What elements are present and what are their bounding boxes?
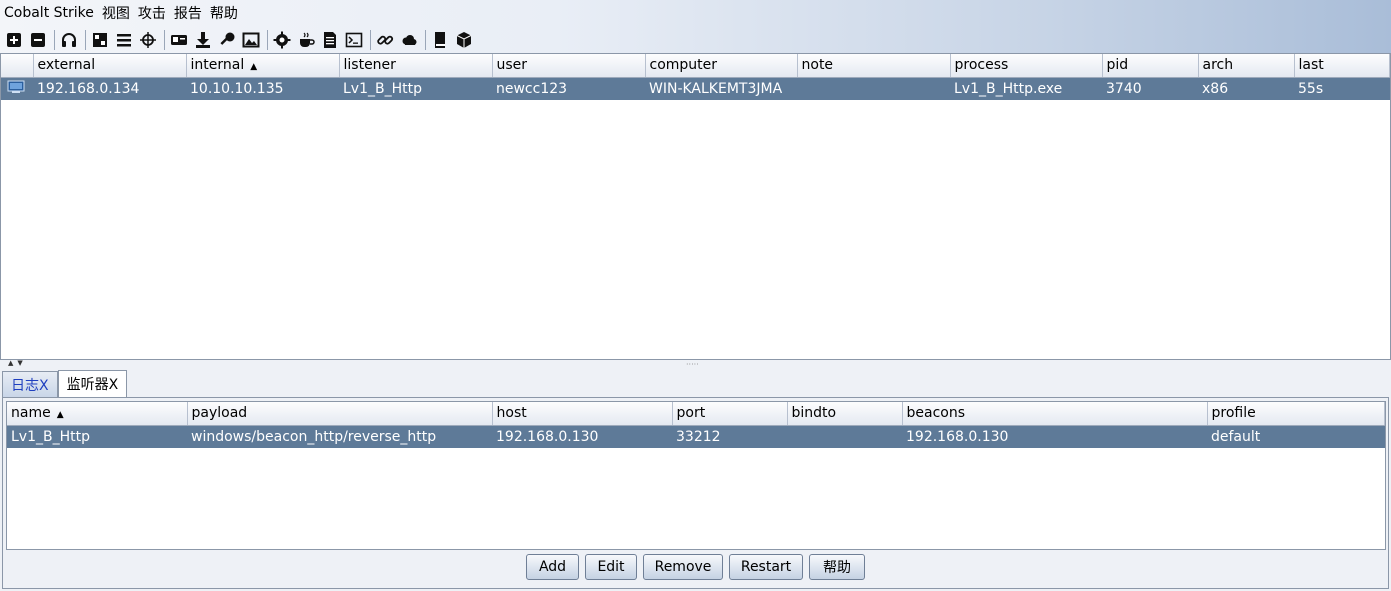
cell-internal: 10.10.10.135 (186, 77, 339, 100)
web-log-icon[interactable] (319, 29, 341, 51)
column-header-port[interactable]: port (672, 402, 788, 426)
listeners-panel: name ▲ payload host port bindto beacons p… (2, 397, 1389, 589)
cell-user: newcc123 (492, 77, 645, 100)
toolbar-separator (370, 29, 371, 50)
session-table-icon[interactable] (113, 29, 135, 51)
listeners-table: name ▲ payload host port bindto beacons p… (7, 402, 1385, 448)
column-header-host[interactable]: host (492, 402, 673, 426)
menu-cobalt-strike[interactable]: Cobalt Strike (4, 5, 94, 21)
split-pane-divider[interactable]: ▲▼ ····· (0, 359, 1391, 369)
session-computer-icon (1, 77, 33, 100)
cell-process: Lv1_B_Http.exe (950, 77, 1102, 100)
bottom-tab-bar: 日志X 监听器X (2, 370, 128, 397)
column-header-computer[interactable]: computer (645, 54, 798, 78)
cell-payload: windows/beacon_http/reverse_http (187, 425, 492, 448)
cell-beacons: 192.168.0.130 (902, 425, 1207, 448)
cell-profile: default (1207, 425, 1385, 448)
tab-event-log[interactable]: 日志X (2, 371, 58, 397)
column-header-arch[interactable]: arch (1198, 54, 1295, 78)
menu-bar: Cobalt Strike 视图 攻击 报告 帮助 (0, 0, 1391, 26)
cell-arch: x86 (1198, 77, 1294, 100)
column-header-pid[interactable]: pid (1102, 54, 1199, 78)
toolbar-separator (164, 29, 165, 50)
column-header-listener[interactable]: listener (339, 54, 493, 78)
cell-note (797, 77, 950, 100)
toolbar-separator (54, 29, 55, 50)
about-box-icon[interactable] (453, 29, 475, 51)
screenshots-icon[interactable] (240, 29, 262, 51)
sort-ascending-icon: ▲ (250, 62, 258, 73)
menu-reporting[interactable]: 报告 (174, 3, 202, 23)
column-header-payload[interactable]: payload (187, 402, 493, 426)
add-button[interactable]: Add (526, 554, 579, 580)
pivot-graph-icon[interactable] (89, 29, 111, 51)
credentials-icon[interactable] (168, 29, 190, 51)
cell-name: Lv1_B_Http (7, 425, 187, 448)
cell-computer: WIN-KALKEMT3JMA (645, 77, 797, 100)
console-icon[interactable] (343, 29, 365, 51)
sort-ascending-icon: ▲ (56, 410, 64, 421)
remove-button[interactable]: Remove (643, 554, 723, 580)
cell-last: 55s (1294, 77, 1390, 100)
cell-external: 192.168.0.134 (33, 77, 186, 100)
toolbar-separator (267, 29, 268, 50)
manage-links-icon[interactable] (374, 29, 396, 51)
disconnect-icon[interactable] (27, 29, 49, 51)
sessions-table: external internal ▲ listener user compute… (1, 54, 1390, 100)
column-header-last[interactable]: last (1294, 54, 1390, 78)
column-header-bindto[interactable]: bindto (787, 402, 903, 426)
column-header-beacons[interactable]: beacons (902, 402, 1208, 426)
column-header-internal-label: internal (190, 57, 245, 74)
cell-listener: Lv1_B_Http (339, 77, 492, 100)
toolbar-separator (85, 29, 86, 50)
cell-host: 192.168.0.130 (492, 425, 672, 448)
column-header-user[interactable]: user (492, 54, 646, 78)
tab-listeners[interactable]: 监听器X (57, 370, 128, 397)
drag-grip-icon[interactable]: ····· (686, 360, 699, 369)
column-header-process[interactable]: process (950, 54, 1103, 78)
column-header-name[interactable]: name ▲ (7, 402, 188, 426)
restart-button[interactable]: Restart (729, 554, 803, 580)
cell-bindto (787, 425, 902, 448)
new-connection-icon[interactable] (3, 29, 25, 51)
table-row[interactable]: 192.168.0.134 10.10.10.135 Lv1_B_Http ne… (1, 77, 1390, 100)
help-book-icon[interactable] (429, 29, 451, 51)
menu-help[interactable]: 帮助 (210, 3, 238, 23)
cell-pid: 3740 (1102, 77, 1198, 100)
keystrokes-key-icon[interactable] (216, 29, 238, 51)
column-header-profile[interactable]: profile (1207, 402, 1385, 426)
cell-port: 33212 (672, 425, 787, 448)
column-header-name-label: name (11, 405, 51, 422)
java-applet-icon[interactable] (295, 29, 317, 51)
payload-generator-gear-icon[interactable] (271, 29, 293, 51)
help-button[interactable]: 帮助 (809, 554, 865, 580)
listeners-table-panel: name ▲ payload host port bindto beacons p… (6, 401, 1386, 550)
listeners-headphones-icon[interactable] (58, 29, 80, 51)
column-header-icon[interactable] (1, 54, 34, 78)
sessions-table-panel: external internal ▲ listener user compute… (0, 53, 1391, 360)
collapse-arrows-icon[interactable]: ▲▼ (8, 359, 27, 367)
toolbar (0, 26, 1391, 53)
cloud-icon[interactable] (398, 29, 420, 51)
column-header-note[interactable]: note (797, 54, 951, 78)
listener-action-buttons: Add Edit Remove Restart 帮助 (3, 554, 1388, 582)
menu-attacks[interactable]: 攻击 (138, 3, 166, 23)
downloads-icon[interactable] (192, 29, 214, 51)
column-header-internal[interactable]: internal ▲ (186, 54, 340, 78)
targets-crosshair-icon[interactable] (137, 29, 159, 51)
column-header-external[interactable]: external (33, 54, 187, 78)
toolbar-separator (425, 29, 426, 50)
edit-button[interactable]: Edit (585, 554, 637, 580)
menu-view[interactable]: 视图 (102, 3, 130, 23)
table-row[interactable]: Lv1_B_Http windows/beacon_http/reverse_h… (7, 425, 1385, 448)
